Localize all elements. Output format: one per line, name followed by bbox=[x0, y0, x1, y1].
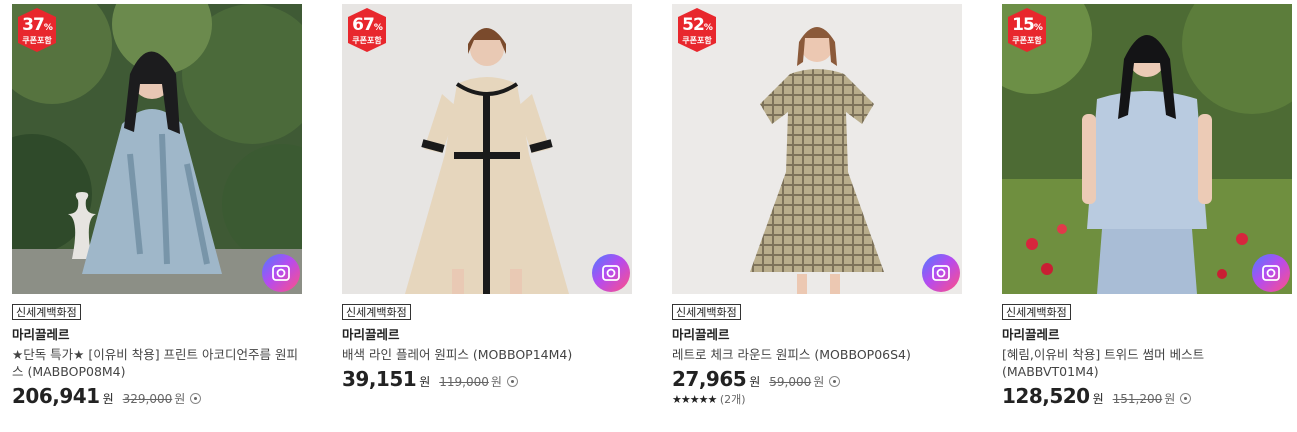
percent-sign: % bbox=[43, 23, 53, 33]
camera-search-button[interactable] bbox=[922, 254, 960, 292]
product-card[interactable]: 52% 쿠폰포함 신세계백화점 마리끌레르 레트로 체크 라운드 원피스 (MO… bbox=[672, 0, 962, 407]
original-price-unit: 원 bbox=[490, 375, 502, 389]
original-price: 329,000 bbox=[122, 392, 173, 406]
product-card[interactable]: 37% 쿠폰포함 신세계백화점 마리끌레르 ★단독 특가★ [이유비 착용] 프… bbox=[12, 0, 302, 408]
original-price-unit: 원 bbox=[1164, 392, 1176, 406]
product-card[interactable]: 15% 쿠폰포함 신세계백화점 마리끌레르 [혜림,이유비 착용] 트위드 썸머… bbox=[1002, 0, 1292, 408]
price-info-icon[interactable] bbox=[506, 376, 518, 387]
store-tag: 신세계백화점 bbox=[672, 304, 741, 320]
store-tag: 신세계백화점 bbox=[1002, 304, 1071, 320]
sale-price-unit: 원 bbox=[419, 375, 431, 389]
product-name[interactable]: 배색 라인 플레어 원피스 (MOBBOP14M4) bbox=[342, 346, 632, 363]
sale-price-unit: 원 bbox=[1092, 392, 1104, 406]
discount-percent: 67 bbox=[352, 15, 375, 35]
camera-search-button[interactable] bbox=[1252, 254, 1290, 292]
camera-icon bbox=[1262, 265, 1280, 281]
review-count: (2개) bbox=[719, 393, 746, 406]
coupon-included-label: 쿠폰포함 bbox=[1012, 36, 1042, 45]
sale-price: 27,965 bbox=[672, 367, 747, 391]
product-name[interactable]: 레트로 체크 라운드 원피스 (MOBBOP06S4) bbox=[672, 346, 962, 363]
price-info-icon[interactable] bbox=[1180, 393, 1192, 404]
coupon-included-label: 쿠폰포함 bbox=[352, 36, 382, 45]
product-card[interactable]: 67% 쿠폰포함 신세계백화점 마리끌레르 배색 라인 플레어 원피스 (MOB… bbox=[342, 0, 632, 391]
sale-price: 128,520 bbox=[1002, 384, 1090, 408]
camera-icon bbox=[602, 265, 620, 281]
camera-icon bbox=[272, 265, 290, 281]
discount-badge: 67% 쿠폰포함 bbox=[346, 8, 388, 52]
discount-badge: 37% 쿠폰포함 bbox=[16, 8, 58, 52]
sale-price-unit: 원 bbox=[749, 375, 761, 389]
price-info-icon[interactable] bbox=[190, 393, 202, 404]
product-image[interactable]: 15% 쿠폰포함 bbox=[1002, 4, 1292, 294]
coupon-included-label: 쿠폰포함 bbox=[682, 36, 712, 45]
price-info-icon[interactable] bbox=[829, 376, 841, 387]
original-price: 59,000 bbox=[769, 375, 812, 389]
coupon-included-label: 쿠폰포함 bbox=[22, 36, 52, 45]
sale-price: 39,151 bbox=[342, 367, 417, 391]
percent-sign: % bbox=[703, 23, 713, 33]
camera-search-button[interactable] bbox=[592, 254, 630, 292]
brand-name[interactable]: 마리끌레르 bbox=[12, 327, 302, 343]
product-image[interactable]: 67% 쿠폰포함 bbox=[342, 4, 632, 294]
discount-percent: 37 bbox=[22, 15, 45, 35]
store-tag: 신세계백화점 bbox=[12, 304, 81, 320]
discount-percent: 52 bbox=[682, 15, 705, 35]
store-tag: 신세계백화점 bbox=[342, 304, 411, 320]
product-image[interactable]: 37% 쿠폰포함 bbox=[12, 4, 302, 294]
price-row: 128,520 원 151,200 원 bbox=[1002, 384, 1292, 408]
original-price: 151,200 bbox=[1112, 392, 1163, 406]
original-price: 119,000 bbox=[439, 375, 489, 389]
percent-sign: % bbox=[373, 23, 383, 33]
product-image[interactable]: 52% 쿠폰포함 bbox=[672, 4, 962, 294]
brand-name[interactable]: 마리끌레르 bbox=[1002, 327, 1292, 343]
sale-price: 206,941 bbox=[12, 384, 100, 408]
brand-name[interactable]: 마리끌레르 bbox=[672, 327, 962, 343]
product-grid: 37% 쿠폰포함 신세계백화점 마리끌레르 ★단독 특가★ [이유비 착용] 프… bbox=[0, 0, 1297, 432]
discount-badge: 15% 쿠폰포함 bbox=[1006, 8, 1048, 52]
price-row: 39,151 원 119,000 원 bbox=[342, 367, 632, 391]
camera-search-button[interactable] bbox=[262, 254, 300, 292]
price-row: 206,941 원 329,000 원 bbox=[12, 384, 302, 408]
rating-stars: ★★★★★ bbox=[672, 393, 717, 406]
product-name[interactable]: [혜림,이유비 착용] 트위드 썸머 베스트 (MABBVT01M4) bbox=[1002, 346, 1292, 380]
discount-badge: 52% 쿠폰포함 bbox=[676, 8, 718, 52]
camera-icon bbox=[932, 265, 950, 281]
sale-price-unit: 원 bbox=[102, 392, 114, 406]
percent-sign: % bbox=[1033, 23, 1043, 33]
original-price-unit: 원 bbox=[813, 375, 825, 389]
product-name[interactable]: ★단독 특가★ [이유비 착용] 프린트 아코디언주름 원피스 (MABBOP0… bbox=[12, 346, 302, 380]
price-row: 27,965 원 59,000 원 bbox=[672, 367, 962, 391]
discount-percent: 15 bbox=[1012, 15, 1035, 35]
rating-row[interactable]: ★★★★★ (2개) bbox=[672, 393, 962, 407]
brand-name[interactable]: 마리끌레르 bbox=[342, 327, 632, 343]
original-price-unit: 원 bbox=[174, 392, 186, 406]
